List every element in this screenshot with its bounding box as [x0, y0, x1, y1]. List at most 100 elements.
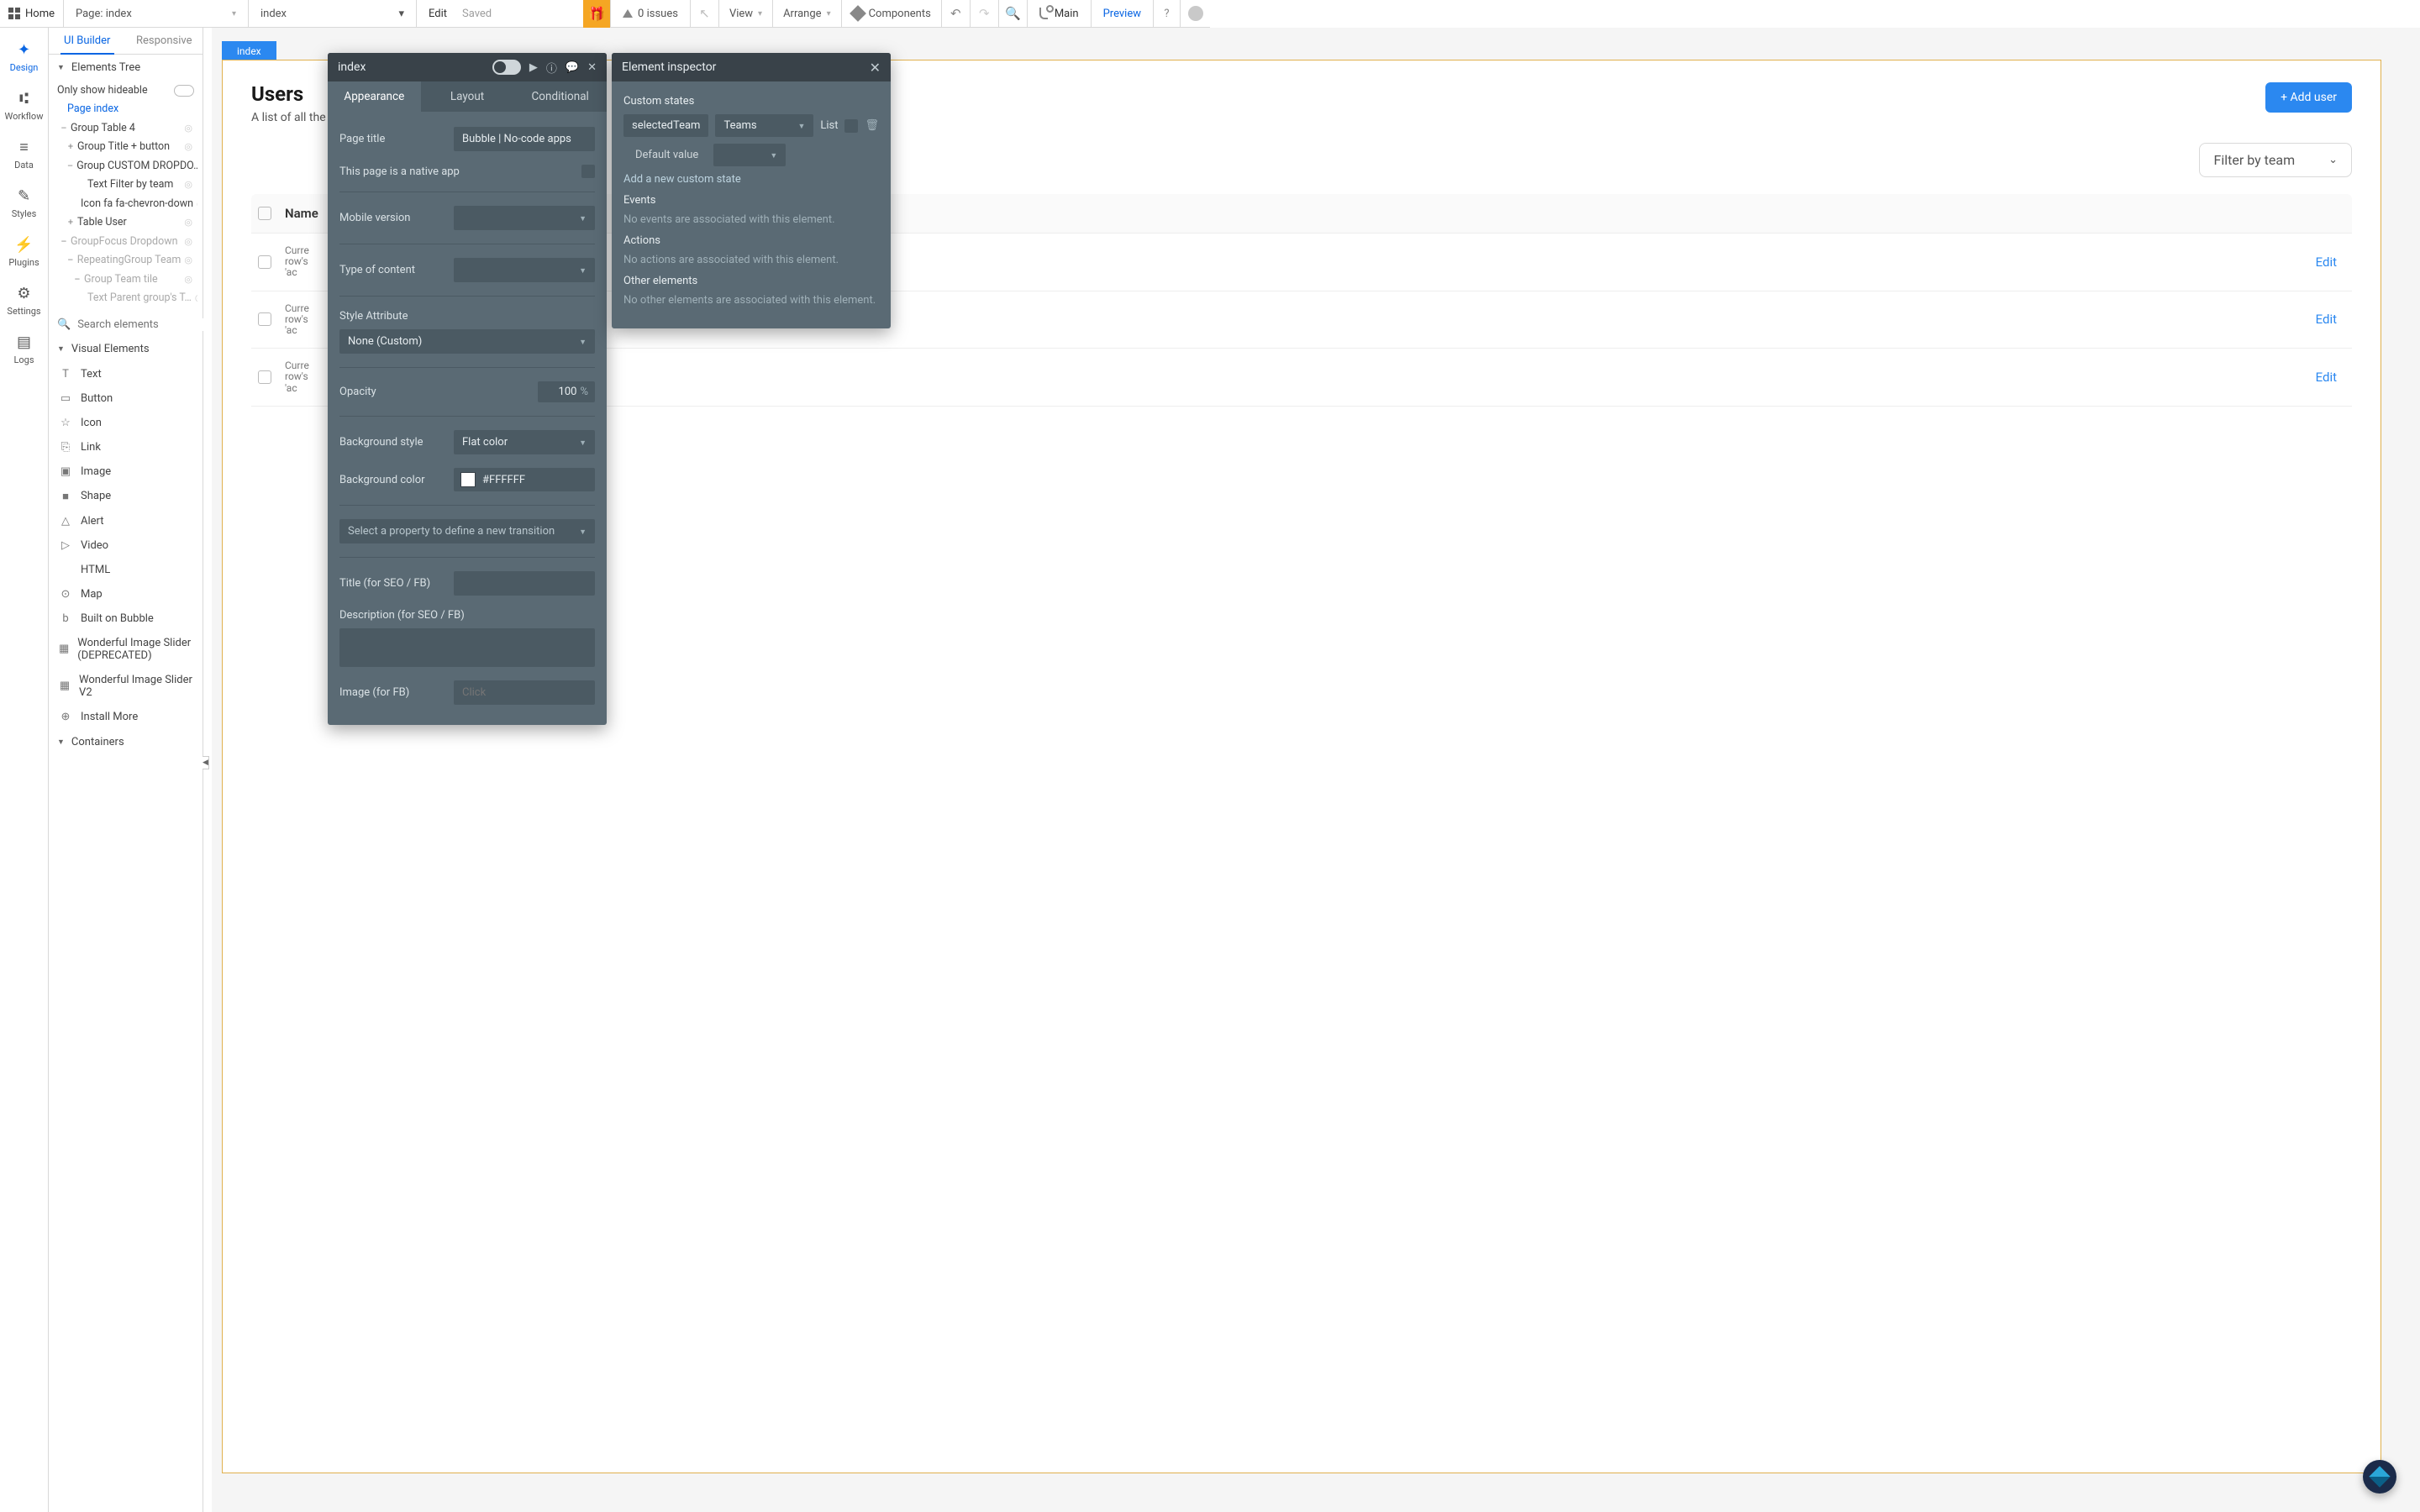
visual-element-item[interactable]: ■Shape: [49, 484, 203, 509]
row-edit-link[interactable]: Edit: [2316, 255, 2345, 270]
gift-button[interactable]: 🎁: [583, 0, 610, 28]
canvas-page-label[interactable]: index: [222, 41, 276, 61]
visual-element-item[interactable]: ☆Icon: [49, 411, 203, 435]
state-name[interactable]: selectedTeam: [623, 114, 708, 137]
property-editor-header[interactable]: index ▶ ⓘ 💬 ✕: [328, 53, 607, 81]
visual-element-item[interactable]: ▦Wonderful Image Slider (DEPRECATED): [49, 631, 203, 668]
visual-element-item[interactable]: TText: [49, 362, 203, 386]
tree-node[interactable]: +Table User◎: [54, 213, 197, 233]
branch-selector[interactable]: Main: [1027, 0, 1091, 27]
undo-button[interactable]: ↶: [941, 0, 970, 27]
elements-tree-header[interactable]: ▼ Elements Tree: [49, 55, 203, 81]
visual-element-item[interactable]: ▣Image: [49, 459, 203, 484]
tab-conditional[interactable]: Conditional: [513, 81, 607, 112]
add-user-button[interactable]: + Add user: [2265, 82, 2352, 113]
tab-ui-builder[interactable]: UI Builder: [49, 28, 126, 54]
panel-collapse-handle[interactable]: ◀: [203, 756, 209, 769]
help-fab[interactable]: [2363, 1460, 2396, 1494]
element-selector[interactable]: index: [248, 0, 416, 27]
tree-node[interactable]: –RepeatingGroup Team◎: [54, 251, 197, 270]
search-elements[interactable]: 🔍: [57, 318, 194, 331]
seo-img-input[interactable]: [454, 680, 595, 705]
cursor-tool[interactable]: ↖: [690, 0, 718, 27]
transition-select[interactable]: Select a property to define a new transi…: [339, 519, 595, 543]
tree-node[interactable]: Text Filter by team◎: [54, 176, 197, 195]
seo-desc-input[interactable]: [339, 628, 595, 667]
visual-element-item[interactable]: ⊙Map: [49, 582, 203, 606]
add-custom-state[interactable]: Add a new custom state: [623, 173, 879, 186]
view-menu[interactable]: View: [718, 0, 772, 27]
visual-element-item[interactable]: bBuilt on Bubble: [49, 606, 203, 631]
rail-workflow[interactable]: ⑆Workflow: [0, 81, 49, 130]
row-edit-link[interactable]: Edit: [2316, 370, 2345, 385]
row-edit-link[interactable]: Edit: [2316, 312, 2345, 327]
search-input[interactable]: [77, 318, 217, 331]
visual-element-item[interactable]: ▭Button: [49, 386, 203, 411]
inspector-header[interactable]: Element inspector ✕: [612, 53, 891, 81]
home-button[interactable]: Home: [0, 8, 63, 20]
visual-element-item[interactable]: ▦Wonderful Image Slider V2: [49, 668, 203, 705]
page-title-input[interactable]: [454, 127, 595, 151]
info-icon[interactable]: ⓘ: [546, 60, 557, 76]
default-value-select[interactable]: [713, 144, 786, 166]
canvas[interactable]: index Users A list of all the u + Add us…: [212, 28, 2420, 1512]
type-select[interactable]: [454, 258, 595, 282]
rail-data[interactable]: ≡Data: [0, 130, 49, 179]
close-icon[interactable]: ✕: [587, 61, 597, 74]
element-inspector[interactable]: Element inspector ✕ Custom states select…: [612, 53, 891, 328]
native-app-checkbox[interactable]: [581, 165, 595, 178]
tree-node[interactable]: Icon fa fa-chevron-down◎: [54, 195, 197, 214]
visual-elements-header[interactable]: ▼ Visual Elements: [49, 336, 203, 362]
style-select[interactable]: None (Custom): [339, 329, 595, 354]
components-button[interactable]: Components: [841, 0, 941, 27]
trash-icon[interactable]: 🗑: [865, 119, 879, 132]
page-selector[interactable]: Page: index: [63, 0, 248, 27]
tab-responsive[interactable]: Responsive: [126, 28, 203, 54]
bgstyle-select[interactable]: Flat color: [454, 430, 595, 454]
rail-logs[interactable]: ▤Logs: [0, 325, 49, 374]
containers-header[interactable]: ▼Containers: [49, 729, 203, 755]
visual-element-item[interactable]: ⊕Install More: [49, 705, 203, 729]
search-button[interactable]: 🔍: [998, 0, 1027, 27]
tree-node[interactable]: Text Parent group's T…◎: [54, 289, 197, 308]
tree-node[interactable]: –GroupFocus Dropdown◎: [54, 233, 197, 252]
preview-button[interactable]: Preview: [1091, 0, 1153, 27]
filter-by-team[interactable]: Filter by team ⌄: [2199, 143, 2352, 177]
tree-node[interactable]: –Group CUSTOM DROPDO…◎: [54, 157, 197, 176]
visual-element-item[interactable]: △Alert: [49, 509, 203, 533]
mobile-select[interactable]: [454, 206, 595, 230]
comment-icon[interactable]: 💬: [566, 61, 579, 74]
row-checkbox[interactable]: [258, 370, 271, 384]
select-all-checkbox[interactable]: [258, 207, 271, 220]
play-icon[interactable]: ▶: [529, 61, 538, 74]
help-button[interactable]: ?: [1153, 0, 1180, 27]
edit-label[interactable]: Edit: [429, 8, 447, 20]
list-checkbox[interactable]: [844, 119, 858, 133]
rail-settings[interactable]: ⚙Settings: [0, 276, 49, 325]
close-icon[interactable]: ✕: [870, 60, 881, 76]
redo-button[interactable]: ↷: [970, 0, 998, 27]
visual-element-item[interactable]: ⎘Link: [49, 435, 203, 459]
tree-node[interactable]: +Group Title + button◎: [54, 138, 197, 157]
only-hideable-toggle[interactable]: [174, 85, 194, 97]
row-checkbox[interactable]: [258, 312, 271, 326]
arrange-menu[interactable]: Arrange: [772, 0, 841, 27]
state-type-select[interactable]: Teams: [715, 114, 813, 137]
reveal-toggle[interactable]: [492, 60, 521, 75]
visual-element-item[interactable]: ▷Video: [49, 533, 203, 558]
rail-plugins[interactable]: ⚡Plugins: [0, 228, 49, 276]
tab-appearance[interactable]: Appearance: [328, 81, 421, 112]
issues-button[interactable]: 0 issues: [610, 0, 690, 27]
tree-node[interactable]: –Group Table 4◎: [54, 119, 197, 139]
bgcolor-input[interactable]: #FFFFFF: [454, 468, 595, 491]
row-checkbox[interactable]: [258, 255, 271, 269]
tab-layout[interactable]: Layout: [421, 81, 514, 112]
account-menu[interactable]: [1180, 0, 1210, 27]
opacity-input[interactable]: 100%: [538, 381, 595, 402]
seo-title-input[interactable]: [454, 571, 595, 596]
rail-design[interactable]: ✦Design: [0, 33, 49, 81]
visual-element-item[interactable]: HTML: [49, 558, 203, 582]
property-editor[interactable]: index ▶ ⓘ 💬 ✕ Appearance Layout Conditio…: [328, 53, 607, 725]
tree-node[interactable]: –Group Team tile◎: [54, 270, 197, 290]
rail-styles[interactable]: ✎Styles: [0, 179, 49, 228]
